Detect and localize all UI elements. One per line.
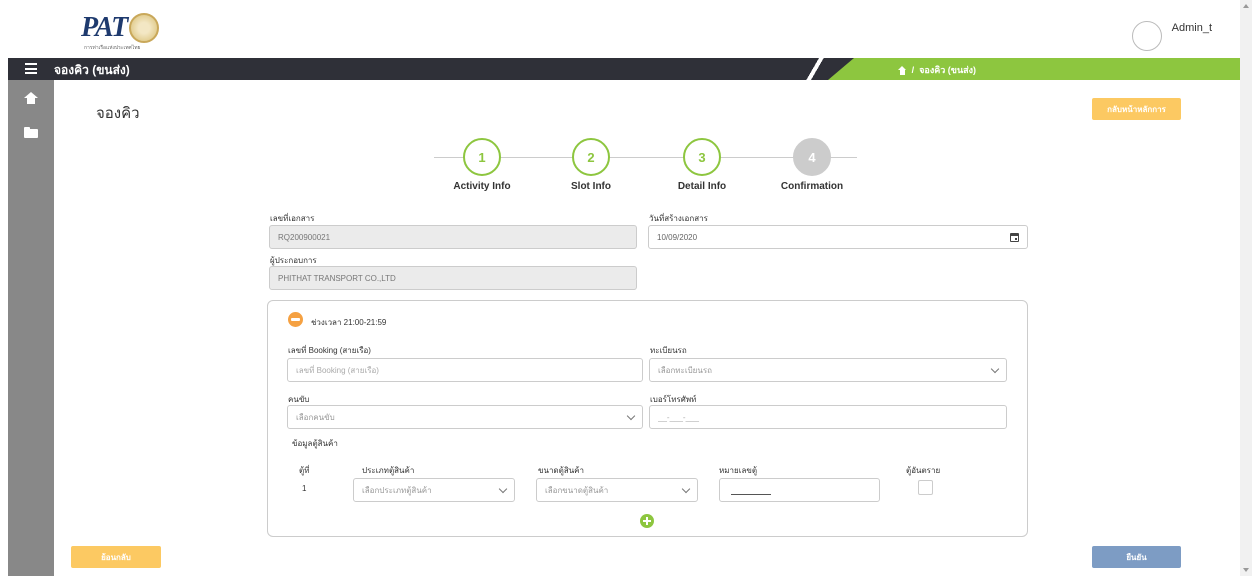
container-type-value: เลือกประเภทตู้สินค้า [362,485,432,495]
pat-logo[interactable]: PAT [81,10,160,46]
col-header-hazard: ตู้อันตราย [906,466,941,475]
container-section-label: ข้อมูลตู้สินค้า [292,439,338,448]
operator-field: PHITHAT TRANSPORT CO.,LTD [269,266,637,290]
step-activity-info: 1 Activity Info [427,138,537,192]
doc-no-label: เลขที่เอกสาร [270,214,315,223]
col-header-type: ประเภทตู้สินค้า [362,466,415,475]
container-type-select[interactable]: เลือกประเภทตู้สินค้า [353,478,515,502]
logo-text: PAT [81,12,128,43]
driver-select-value: เลือกคนขับ [296,412,335,422]
container-number-input[interactable] [719,478,880,502]
breadcrumb: / จองคิว (ขนส่ง) [897,63,976,77]
scroll-up-icon[interactable] [1243,4,1249,8]
container-size-select[interactable]: เลือกขนาดตู้สินค้า [536,478,698,502]
prev-button[interactable]: ย้อนกลับ [71,546,161,568]
created-date-field[interactable]: 10/09/2020 [648,225,1028,249]
scroll-down-icon[interactable] [1243,568,1249,572]
breadcrumb-separator: / [911,65,915,75]
booking-label: เลขที่ Booking (สายเรือ) [288,346,371,355]
logo-seal-icon [129,13,160,43]
driver-select[interactable]: เลือกคนขับ [287,405,643,429]
sidebar-folder-icon[interactable] [24,127,38,139]
step-circle-4: 4 [793,138,831,176]
logo-subtext: การท่าเรือแห่งประเทศไทย [84,45,141,51]
step-circle-3: 3 [683,138,721,176]
doc-no-field: RQ200900021 [269,225,637,249]
time-range-label: ช่วงเวลา 21:00-21:59 [311,318,387,327]
step-label-2: Slot Info [571,181,611,192]
container-size-value: เลือกขนาดตู้สินค้า [545,485,609,495]
plate-select[interactable]: เลือกทะเบียนรถ [649,358,1007,382]
step-detail-info: 3 Detail Info [647,138,757,192]
nav-green-band [828,58,1240,80]
hazard-checkbox[interactable] [918,480,933,495]
col-header-number: หมายเลขตู้ [719,466,758,475]
user-menu[interactable]: Admin_t [1131,13,1212,51]
plate-select-value: เลือกทะเบียนรถ [658,365,712,375]
top-header: PAT การท่าเรือแห่งประเทศไทย Admin_t [8,0,1240,58]
breadcrumb-current: จองคิว (ขนส่ง) [919,65,976,75]
step-circle-1: 1 [463,138,501,176]
created-date-label: วันที่สร้างเอกสาร [649,214,708,223]
scrollbar[interactable] [1240,0,1252,576]
confirm-button[interactable]: ยืนยัน [1092,546,1181,568]
col-header-size: ขนาดตู้สินค้า [538,466,585,475]
booking-input[interactable] [287,358,643,382]
chevron-down-icon [990,364,1000,373]
user-name: Admin_t [1171,22,1212,34]
sidebar-home-icon[interactable] [24,92,38,104]
add-container-plus-icon[interactable] [640,514,654,528]
hamburger-menu-icon[interactable] [25,63,37,74]
page-root: PAT การท่าเรือแห่งประเทศไทย Admin_t จองค… [0,0,1252,576]
calendar-icon[interactable] [1010,232,1019,242]
step-label-4: Confirmation [780,181,844,192]
chevron-down-icon [681,484,691,493]
created-date-value: 10/09/2020 [657,232,698,242]
sidebar [8,80,54,576]
step-label-3: Detail Info [677,181,727,192]
step-slot-info: 2 Slot Info [536,138,646,192]
phone-input[interactable] [649,405,1007,429]
step-label-1: Activity Info [453,181,511,192]
collapse-minus-icon[interactable] [288,312,303,327]
avatar[interactable] [1131,21,1162,51]
chevron-down-icon [626,411,636,420]
col-header-no: ตู้ที่ [299,466,310,475]
nav-bar: จองคิว (ขนส่ง) / จองคิว (ขนส่ง) [8,58,1240,80]
back-to-main-button[interactable]: กลับหน้าหลักการ [1092,98,1181,120]
chevron-down-icon [498,484,508,493]
nav-divider-stripe [798,58,832,80]
breadcrumb-home-icon[interactable] [897,65,907,75]
nav-title: จองคิว (ขนส่ง) [54,63,130,77]
step-circle-2: 2 [572,138,610,176]
step-confirmation: 4 Confirmation [757,138,867,192]
plate-label: ทะเบียนรถ [650,346,687,355]
container-row-no: 1 [302,484,307,493]
page-title: จองคิว [96,105,140,122]
